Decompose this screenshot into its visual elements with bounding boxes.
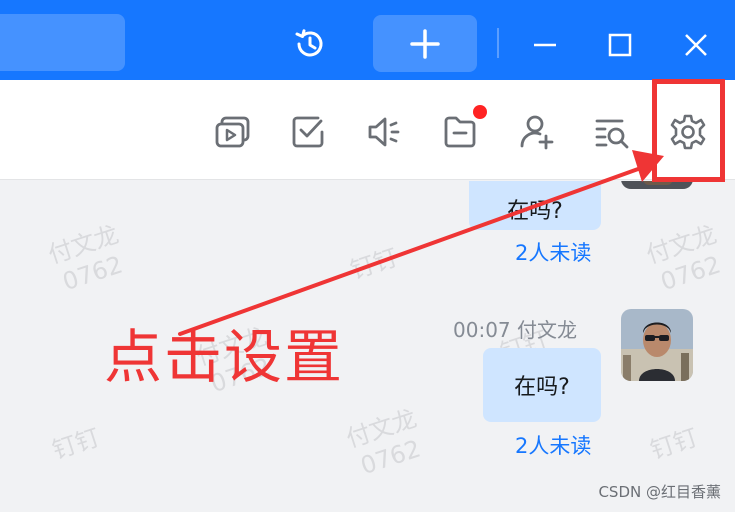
title-search-box[interactable] — [0, 14, 125, 71]
message-text: 在吗? — [514, 375, 570, 400]
message-meta: 00:07 付文龙 — [453, 314, 577, 343]
voice-icon — [368, 117, 400, 147]
watermark: 付文龙 0762 — [642, 220, 724, 297]
add-button[interactable] — [373, 15, 477, 72]
maximize-icon — [608, 33, 632, 57]
watermark: 付文龙 0762 — [44, 220, 126, 297]
maximize-button[interactable] — [600, 25, 640, 65]
chat-toolbar — [0, 80, 735, 180]
message-bubble[interactable]: 在吗? — [469, 181, 601, 230]
voice-button[interactable] — [362, 110, 406, 154]
minimize-button[interactable] — [525, 25, 565, 65]
titlebar-separator — [497, 28, 499, 58]
task-check-icon — [292, 116, 324, 148]
history-button[interactable] — [288, 22, 332, 66]
message-bubble[interactable]: 在吗? — [483, 348, 601, 422]
close-icon — [685, 34, 707, 56]
avatar-photo — [621, 309, 693, 381]
add-member-button[interactable] — [514, 110, 558, 154]
watermark: 付文龙 0762 — [342, 404, 424, 481]
search-history-button[interactable] — [590, 110, 634, 154]
title-bar — [0, 0, 735, 80]
watermark: 钉钉 — [646, 423, 702, 465]
unread-status[interactable]: 2人未读 — [515, 237, 591, 267]
sender-name: 付文龙 — [517, 318, 577, 342]
search-history-icon — [595, 119, 629, 149]
add-member-icon — [520, 115, 554, 150]
message-time: 00:07 — [453, 318, 511, 342]
screen-share-icon — [215, 116, 250, 148]
watermark: 钉钉 — [346, 243, 402, 285]
annotation-label: 点击设置 — [104, 323, 345, 391]
watermark: 钉钉 — [48, 423, 104, 465]
notification-dot — [473, 105, 487, 119]
unread-status[interactable]: 2人未读 — [515, 430, 591, 460]
message-text: 在吗? — [507, 198, 563, 224]
close-button[interactable] — [676, 25, 716, 65]
minimize-icon — [534, 43, 556, 47]
folder-icon — [444, 116, 476, 148]
avatar[interactable] — [621, 309, 693, 381]
avatar[interactable] — [621, 181, 693, 189]
credit-watermark: CSDN @红目香薰 — [598, 483, 721, 501]
task-button[interactable] — [286, 110, 330, 154]
history-icon — [295, 29, 323, 57]
screen-share-button[interactable] — [210, 110, 254, 154]
settings-highlight-box — [652, 79, 725, 182]
plus-icon — [410, 28, 440, 59]
